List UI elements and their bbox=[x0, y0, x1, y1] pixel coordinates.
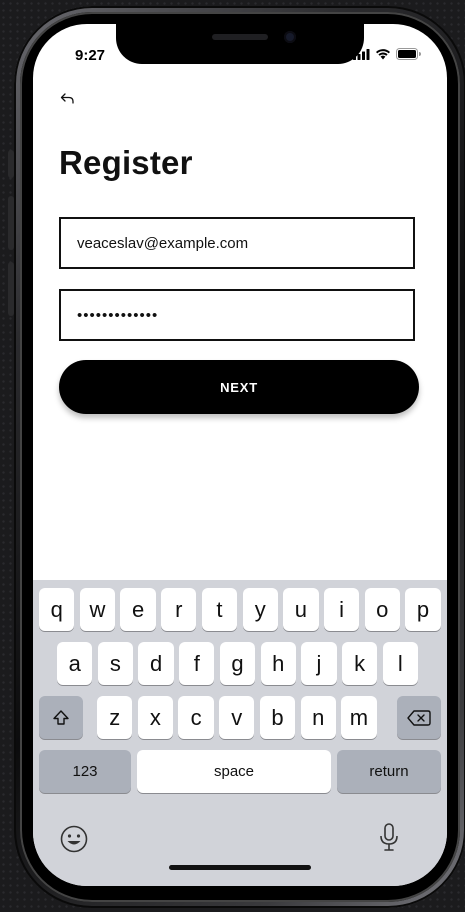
key-k[interactable]: k bbox=[341, 642, 378, 685]
cellular-signal-icon bbox=[353, 48, 370, 60]
key-n[interactable]: n bbox=[300, 696, 336, 739]
password-value: ••••••••••••• bbox=[77, 306, 159, 324]
key-l[interactable]: l bbox=[382, 642, 418, 685]
key-x[interactable]: x bbox=[137, 696, 174, 739]
return-key[interactable]: return bbox=[337, 750, 441, 793]
wifi-icon bbox=[376, 49, 390, 60]
key-e[interactable]: e bbox=[120, 588, 156, 631]
delete-key[interactable] bbox=[397, 696, 441, 739]
key-f[interactable]: f bbox=[179, 642, 215, 685]
key-o[interactable]: o bbox=[364, 588, 400, 631]
email-value: veaceslav@example.com bbox=[77, 234, 249, 252]
space-key[interactable]: space bbox=[137, 750, 331, 793]
key-s[interactable]: s bbox=[97, 642, 134, 685]
key-u[interactable]: u bbox=[283, 588, 319, 631]
shift-icon bbox=[53, 709, 69, 725]
battery-icon bbox=[396, 48, 421, 60]
key-z[interactable]: z bbox=[97, 696, 133, 739]
mute-switch bbox=[8, 150, 14, 178]
password-field[interactable]: ••••••••••••• bbox=[59, 289, 415, 341]
microphone-icon[interactable] bbox=[377, 822, 401, 854]
volume-down-button bbox=[8, 262, 14, 316]
back-arrow-icon[interactable] bbox=[59, 90, 77, 108]
volume-up-button bbox=[8, 196, 14, 250]
key-g[interactable]: g bbox=[219, 642, 256, 685]
status-time: 9:27 bbox=[75, 47, 106, 64]
key-h[interactable]: h bbox=[260, 642, 296, 685]
key-t[interactable]: t bbox=[201, 588, 238, 631]
key-d[interactable]: d bbox=[138, 642, 174, 685]
shift-key[interactable] bbox=[39, 696, 83, 739]
camera bbox=[284, 31, 296, 43]
notch bbox=[116, 24, 364, 64]
key-i[interactable]: i bbox=[323, 588, 360, 631]
key-m[interactable]: m bbox=[341, 696, 377, 739]
status-icons bbox=[353, 48, 421, 60]
key-y[interactable]: y bbox=[242, 588, 278, 631]
screen: 9:27 Register veaceslav@example.com ••••… bbox=[33, 24, 447, 886]
key-a[interactable]: a bbox=[57, 642, 93, 685]
key-c[interactable]: c bbox=[178, 696, 214, 739]
numbers-key[interactable]: 123 bbox=[39, 750, 131, 793]
key-r[interactable]: r bbox=[161, 588, 197, 631]
next-button[interactable]: NEXT bbox=[59, 360, 419, 414]
key-j[interactable]: j bbox=[301, 642, 337, 685]
key-w[interactable]: w bbox=[79, 588, 116, 631]
page-title: Register bbox=[59, 144, 193, 181]
key-b[interactable]: b bbox=[259, 696, 296, 739]
keyboard: qwertyuiop asdfghjkl zxcvbnm 123 space ret… bbox=[33, 580, 447, 886]
key-q[interactable]: q bbox=[39, 588, 75, 631]
emoji-icon[interactable] bbox=[59, 824, 89, 854]
backspace-icon bbox=[407, 709, 431, 726]
key-v[interactable]: v bbox=[219, 696, 255, 739]
key-p[interactable]: p bbox=[405, 588, 441, 631]
email-field[interactable]: veaceslav@example.com bbox=[59, 217, 415, 269]
speaker-grille bbox=[212, 34, 268, 40]
home-indicator bbox=[169, 865, 311, 870]
